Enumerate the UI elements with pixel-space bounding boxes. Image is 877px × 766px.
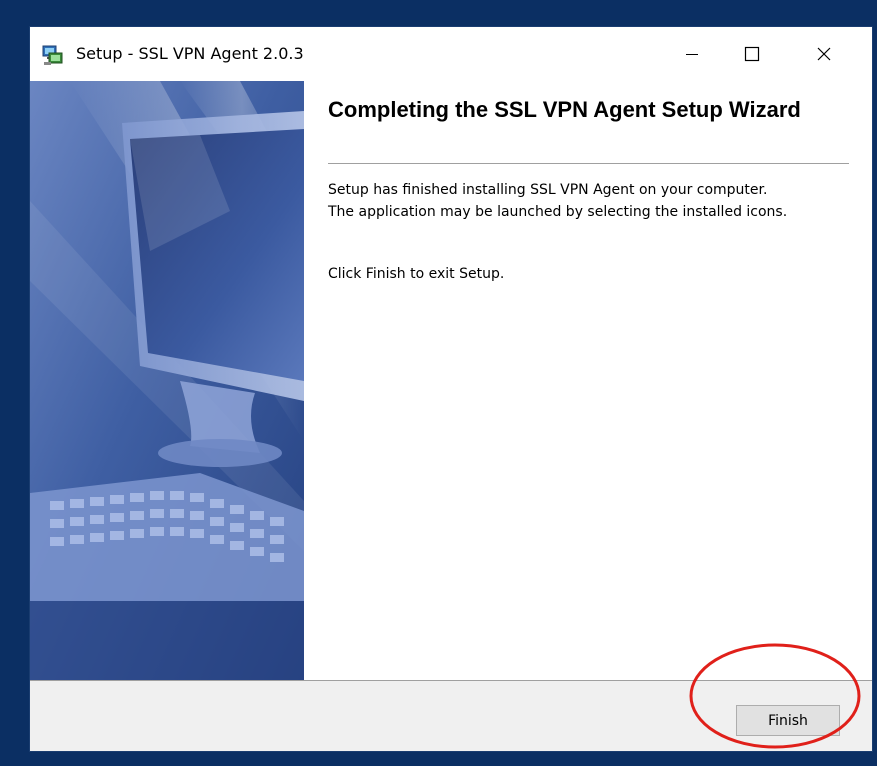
minimize-button[interactable] [664, 27, 720, 81]
wizard-sidebar-image [30, 81, 304, 680]
maximize-icon [744, 46, 760, 62]
minimize-icon [685, 47, 699, 61]
exit-instruction: Click Finish to exit Setup. [328, 266, 505, 282]
wizard-content: Completing the SSL VPN Agent Setup Wizar… [304, 81, 872, 680]
close-button[interactable] [796, 27, 852, 81]
finished-message: Setup has finished installing SSL VPN Ag… [328, 182, 768, 198]
launch-message: The application may be launched by selec… [328, 204, 788, 220]
close-icon [816, 46, 832, 62]
setup-window: Setup - SSL VPN Agent 2.0.3 Completing t… [29, 26, 873, 752]
computer-monitor-keyboard-illustration [30, 81, 304, 680]
maximize-button[interactable] [724, 27, 780, 81]
finish-button[interactable]: Finish [736, 705, 840, 736]
setup-computer-icon [42, 44, 64, 66]
heading-divider [328, 163, 849, 164]
title-bar[interactable]: Setup - SSL VPN Agent 2.0.3 [30, 27, 872, 81]
window-title: Setup - SSL VPN Agent 2.0.3 [76, 44, 304, 63]
page-title: Completing the SSL VPN Agent Setup Wizar… [328, 97, 801, 122]
footer-divider [30, 680, 872, 681]
